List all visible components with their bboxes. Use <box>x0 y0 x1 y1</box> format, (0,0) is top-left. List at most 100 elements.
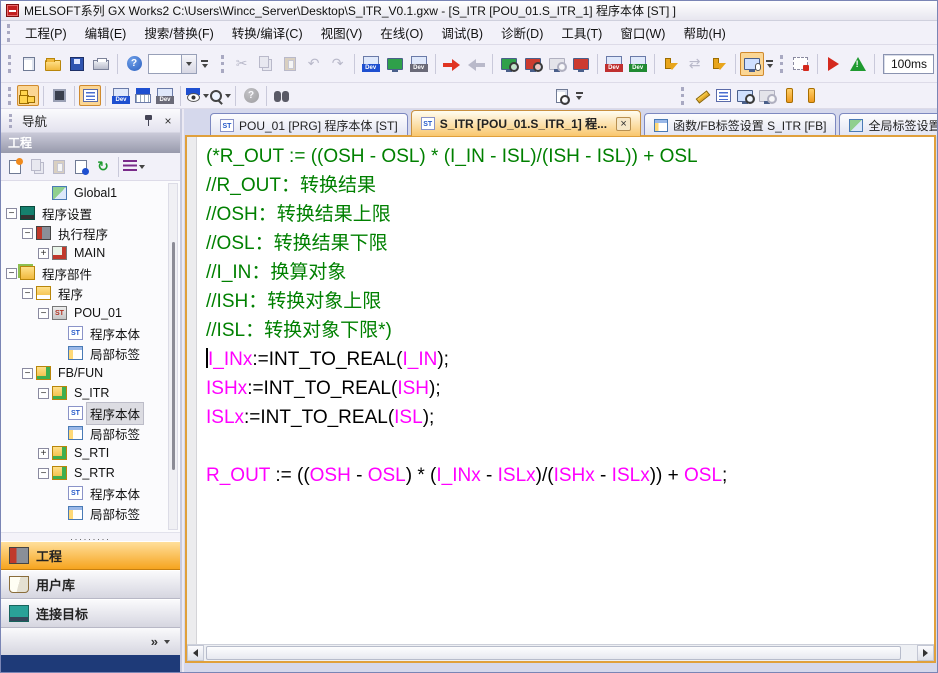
scrollbar-track[interactable] <box>204 645 917 661</box>
toolbar-overflow-button[interactable] <box>199 53 211 75</box>
tab-pou01-body[interactable]: POU_01 [PRG] 程序本体 [ST] <box>210 113 408 136</box>
print-button[interactable] <box>89 52 113 76</box>
tree-item-main[interactable]: MAIN <box>1 243 166 263</box>
tree-item-fbfun[interactable]: FB/FUN <box>1 363 166 383</box>
device-memory-button[interactable] <box>383 52 407 76</box>
close-tab-button[interactable]: × <box>616 117 631 131</box>
window-select-combobox[interactable] <box>148 54 197 74</box>
monitor-stop-button[interactable] <box>521 52 545 76</box>
device-comment-button[interactable] <box>359 52 383 76</box>
menu-item-project[interactable]: 工程(P) <box>16 20 76 45</box>
device-list-button[interactable] <box>154 85 176 106</box>
read-from-plc-button[interactable] <box>464 52 488 76</box>
tab-sitr-body[interactable]: S_ITR [POU_01.S_ITR_1] 程...× <box>411 110 641 136</box>
simulation-toggle-button[interactable] <box>740 52 764 76</box>
menu-item-diagnostics[interactable]: 诊断(D) <box>492 20 552 45</box>
combobox-dropdown-button[interactable] <box>181 55 196 73</box>
monitor-start-button[interactable] <box>497 52 521 76</box>
copy-button[interactable] <box>254 52 278 76</box>
tree-item-exec-program[interactable]: 执行程序 <box>1 223 166 243</box>
tab-fb-label-setting[interactable]: 函数/FB标签设置 S_ITR [FB] <box>644 113 836 136</box>
collapse-toggle[interactable] <box>6 208 17 219</box>
tree-item-sitr-program-body[interactable]: 程序本体 <box>1 403 166 423</box>
tree-scrollbar[interactable] <box>168 183 178 530</box>
outline-window-button[interactable] <box>79 85 101 106</box>
sort-button[interactable] <box>123 156 145 178</box>
zoom-dropdown-button[interactable] <box>573 85 585 107</box>
tree-item-sitr-local-label[interactable]: 局部标签 <box>1 423 166 443</box>
dock-splitter[interactable]: ......... <box>1 532 180 541</box>
expand-toggle[interactable] <box>38 448 49 459</box>
paste-item-button[interactable] <box>48 156 70 178</box>
zoom-page-button[interactable] <box>551 85 573 106</box>
device-display-button[interactable] <box>185 85 209 106</box>
copy-item-button[interactable] <box>26 156 48 178</box>
dock-button-user-library[interactable]: 用户库 <box>1 570 180 599</box>
ladder-edit-button[interactable] <box>789 52 813 76</box>
tree-item-program[interactable]: 程序 <box>1 283 166 303</box>
device-batch-button[interactable] <box>626 52 650 76</box>
menu-item-debug[interactable]: 调试(B) <box>432 20 492 45</box>
tree-item-local-label[interactable]: 局部标签 <box>1 343 166 363</box>
scroll-right-button[interactable] <box>917 645 934 661</box>
collapse-toggle[interactable] <box>38 308 49 319</box>
new-item-button[interactable] <box>4 156 26 178</box>
scrollbar-thumb[interactable] <box>206 646 901 660</box>
new-project-button[interactable] <box>17 52 41 76</box>
tree-item-pou01[interactable]: POU_01 <box>1 303 166 323</box>
close-panel-button[interactable]: × <box>160 113 176 128</box>
device-find-button[interactable] <box>110 85 132 106</box>
find-zoom-button[interactable] <box>209 85 231 106</box>
menu-item-edit[interactable]: 编辑(E) <box>76 20 136 45</box>
collapse-toggle[interactable] <box>22 288 33 299</box>
expand-toggle[interactable] <box>38 248 49 259</box>
dock-button-project[interactable]: 工程 <box>1 541 180 570</box>
paste-button[interactable] <box>278 52 302 76</box>
property-button[interactable] <box>70 156 92 178</box>
tree-item-srti[interactable]: S_RTI <box>1 443 166 463</box>
run-button[interactable] <box>822 52 846 76</box>
help-button[interactable]: ? <box>122 52 146 76</box>
pin-button[interactable] <box>140 113 156 128</box>
open-project-button[interactable] <box>41 52 65 76</box>
menu-item-help[interactable]: 帮助(H) <box>674 20 734 45</box>
navigation-window-button[interactable] <box>17 85 39 106</box>
step-skip-button[interactable]: ⇄ <box>683 52 707 76</box>
find-button[interactable] <box>271 85 293 106</box>
menu-item-window[interactable]: 窗口(W) <box>611 20 674 45</box>
monitor-pause-button[interactable] <box>545 52 569 76</box>
label-doc-button[interactable] <box>712 85 734 106</box>
tree-item-sitr[interactable]: S_ITR <box>1 383 166 403</box>
write-to-plc-button[interactable] <box>440 52 464 76</box>
scroll-left-button[interactable] <box>187 645 204 661</box>
horizontal-scrollbar[interactable] <box>187 644 934 661</box>
context-help-button[interactable]: ? <box>240 85 262 106</box>
step-break-button[interactable] <box>707 52 731 76</box>
device-grid-button[interactable] <box>132 85 154 106</box>
device-monitor-button[interactable] <box>407 52 431 76</box>
module-bar2-button[interactable] <box>800 85 822 106</box>
menu-item-view[interactable]: 视图(V) <box>312 20 372 45</box>
watch-window2-button[interactable] <box>756 85 778 106</box>
edit-mode-button[interactable] <box>690 85 712 106</box>
tree-item-program-setting[interactable]: 程序设置 <box>1 203 166 223</box>
scan-time-box[interactable]: 100ms <box>883 54 934 74</box>
menu-item-search-replace[interactable]: 搜索/替换(F) <box>135 20 222 45</box>
redo-button[interactable]: ↷ <box>326 52 350 76</box>
dock-button-connection-target[interactable]: 连接目标 <box>1 599 180 628</box>
refresh-button[interactable]: ↻ <box>92 156 114 178</box>
collapse-toggle[interactable] <box>22 368 33 379</box>
collapse-toggle[interactable] <box>6 268 17 279</box>
tree-scrollbar-thumb[interactable] <box>172 242 175 470</box>
watch-window1-button[interactable] <box>734 85 756 106</box>
step-run-button[interactable] <box>659 52 683 76</box>
save-project-button[interactable] <box>65 52 89 76</box>
tree-item-program-body[interactable]: 程序本体 <box>1 323 166 343</box>
collapse-toggle[interactable] <box>38 468 49 479</box>
menu-item-tools[interactable]: 工具(T) <box>552 20 611 45</box>
undo-button[interactable]: ↶ <box>302 52 326 76</box>
dock-more-button[interactable]: » <box>1 628 180 655</box>
menu-item-convert-compile[interactable]: 转换/编译(C) <box>223 20 312 45</box>
module-bar1-button[interactable] <box>778 85 800 106</box>
tree-item-srtr-program-body[interactable]: 程序本体 <box>1 483 166 503</box>
